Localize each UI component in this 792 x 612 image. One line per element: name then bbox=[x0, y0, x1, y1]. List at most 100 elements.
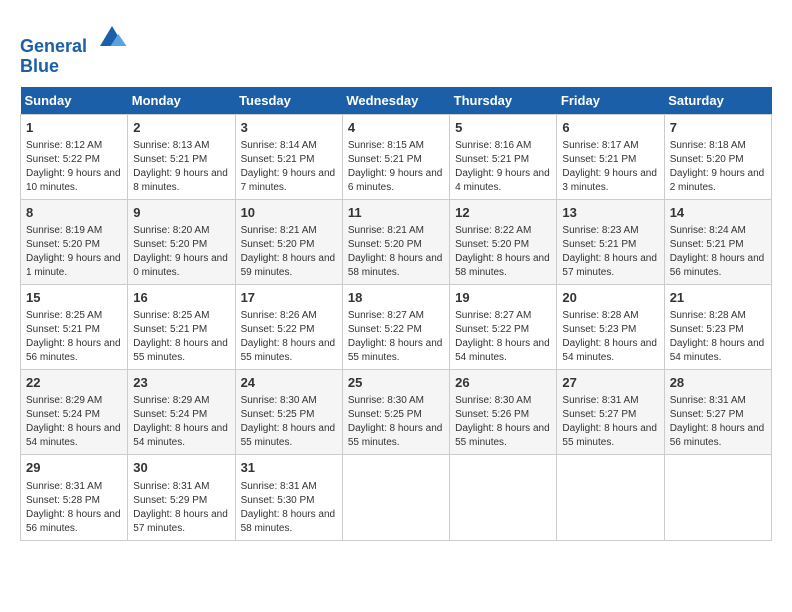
day-number: 27 bbox=[562, 374, 658, 392]
day-info: Sunrise: 8:18 AMSunset: 5:20 PMDaylight:… bbox=[670, 139, 766, 195]
day-cell-13: 13Sunrise: 8:23 AMSunset: 5:21 PMDayligh… bbox=[557, 199, 664, 284]
day-info: Sunrise: 8:19 AMSunset: 5:20 PMDaylight:… bbox=[26, 224, 122, 280]
day-number: 30 bbox=[133, 459, 229, 477]
calendar-body: 1 Sunrise: 8:12 AMSunset: 5:22 PMDaylight… bbox=[21, 114, 772, 540]
day-number: 12 bbox=[455, 204, 551, 222]
day-cell-19: 19Sunrise: 8:27 AMSunset: 5:22 PMDayligh… bbox=[450, 284, 557, 369]
day-number: 16 bbox=[133, 289, 229, 307]
day-cell-23: 23 Sunrise: 8:29 AMSunset: 5:24 PMDayligh… bbox=[128, 370, 235, 455]
day-info: Sunrise: 8:31 AMSunset: 5:27 PMDaylight:… bbox=[562, 394, 658, 450]
logo-blue: Blue bbox=[20, 57, 128, 77]
day-cell-17: 17Sunrise: 8:26 AMSunset: 5:22 PMDayligh… bbox=[235, 284, 342, 369]
day-cell-24: 24 Sunrise: 8:30 AMSunset: 5:25 PMDayligh… bbox=[235, 370, 342, 455]
day-info: Sunrise: 8:22 AMSunset: 5:20 PMDaylight:… bbox=[455, 224, 551, 280]
day-number: 25 bbox=[348, 374, 444, 392]
day-cell-31: 31 Sunrise: 8:31 AMSunset: 5:30 PMDayligh… bbox=[235, 455, 342, 540]
day-info: Sunrise: 8:30 AMSunset: 5:26 PMDaylight:… bbox=[455, 394, 551, 450]
week-row-2: 8 Sunrise: 8:19 AMSunset: 5:20 PMDaylight… bbox=[21, 199, 772, 284]
day-number: 20 bbox=[562, 289, 658, 307]
day-info: Sunrise: 8:12 AMSunset: 5:22 PMDaylight:… bbox=[26, 139, 122, 195]
day-info: Sunrise: 8:29 AMSunset: 5:24 PMDaylight:… bbox=[133, 394, 229, 450]
day-cell-25: 25 Sunrise: 8:30 AMSunset: 5:25 PMDayligh… bbox=[342, 370, 449, 455]
weekday-sunday: Sunday bbox=[21, 87, 128, 115]
day-number: 10 bbox=[241, 204, 337, 222]
day-cell-22: 22Sunrise: 8:29 AMSunset: 5:24 PMDayligh… bbox=[21, 370, 128, 455]
week-row-4: 22 Sunrise: 8:29 AMSunset: 5:24 PMDayligh… bbox=[21, 370, 772, 455]
day-cell-4: 4 Sunrise: 8:15 AMSunset: 5:21 PMDaylight… bbox=[342, 114, 449, 199]
day-cell-21: 21 Sunrise: 8:28 AMSunset: 5:23 PMDayligh… bbox=[664, 284, 771, 369]
day-number: 3 bbox=[241, 119, 337, 137]
day-number: 31 bbox=[241, 459, 337, 477]
day-info: Sunrise: 8:31 AMSunset: 5:28 PMDaylight:… bbox=[26, 480, 122, 536]
day-number: 4 bbox=[348, 119, 444, 137]
day-info: Sunrise: 8:25 AMSunset: 5:21 PMDaylight:… bbox=[133, 309, 229, 365]
day-cell-10: 10 Sunrise: 8:21 AMSunset: 5:20 PMDayligh… bbox=[235, 199, 342, 284]
empty-cell bbox=[342, 455, 449, 540]
day-info: Sunrise: 8:13 AMSunset: 5:21 PMDaylight:… bbox=[133, 139, 229, 195]
day-info: Sunrise: 8:31 AMSunset: 5:29 PMDaylight:… bbox=[133, 480, 229, 536]
day-number: 8 bbox=[26, 204, 122, 222]
day-info: Sunrise: 8:24 AMSunset: 5:21 PMDaylight:… bbox=[670, 224, 766, 280]
day-info: Sunrise: 8:23 AMSunset: 5:21 PMDaylight:… bbox=[562, 224, 658, 280]
week-row-5: 29 Sunrise: 8:31 AMSunset: 5:28 PMDayligh… bbox=[21, 455, 772, 540]
day-cell-18: 18 Sunrise: 8:27 AMSunset: 5:22 PMDayligh… bbox=[342, 284, 449, 369]
calendar-table: SundayMondayTuesdayWednesdayThursdayFrid… bbox=[20, 87, 772, 541]
day-number: 14 bbox=[670, 204, 766, 222]
page-header: General Blue bbox=[20, 20, 772, 77]
day-info: Sunrise: 8:26 AMSunset: 5:22 PMDaylight:… bbox=[241, 309, 337, 365]
day-cell-15: 15Sunrise: 8:25 AMSunset: 5:21 PMDayligh… bbox=[21, 284, 128, 369]
day-number: 11 bbox=[348, 204, 444, 222]
weekday-tuesday: Tuesday bbox=[235, 87, 342, 115]
day-number: 2 bbox=[133, 119, 229, 137]
day-info: Sunrise: 8:28 AMSunset: 5:23 PMDaylight:… bbox=[670, 309, 766, 365]
empty-cell bbox=[450, 455, 557, 540]
weekday-friday: Friday bbox=[557, 87, 664, 115]
logo: General Blue bbox=[20, 20, 128, 77]
day-info: Sunrise: 8:16 AMSunset: 5:21 PMDaylight:… bbox=[455, 139, 551, 195]
day-info: Sunrise: 8:17 AMSunset: 5:21 PMDaylight:… bbox=[562, 139, 658, 195]
day-info: Sunrise: 8:31 AMSunset: 5:27 PMDaylight:… bbox=[670, 394, 766, 450]
day-info: Sunrise: 8:20 AMSunset: 5:20 PMDaylight:… bbox=[133, 224, 229, 280]
day-number: 29 bbox=[26, 459, 122, 477]
day-info: Sunrise: 8:15 AMSunset: 5:21 PMDaylight:… bbox=[348, 139, 444, 195]
day-cell-20: 20 Sunrise: 8:28 AMSunset: 5:23 PMDayligh… bbox=[557, 284, 664, 369]
day-info: Sunrise: 8:28 AMSunset: 5:23 PMDaylight:… bbox=[562, 309, 658, 365]
day-cell-7: 7 Sunrise: 8:18 AMSunset: 5:20 PMDaylight… bbox=[664, 114, 771, 199]
day-number: 21 bbox=[670, 289, 766, 307]
weekday-wednesday: Wednesday bbox=[342, 87, 449, 115]
day-number: 5 bbox=[455, 119, 551, 137]
day-cell-30: 30 Sunrise: 8:31 AMSunset: 5:29 PMDayligh… bbox=[128, 455, 235, 540]
weekday-saturday: Saturday bbox=[664, 87, 771, 115]
weekday-monday: Monday bbox=[128, 87, 235, 115]
day-number: 26 bbox=[455, 374, 551, 392]
day-number: 28 bbox=[670, 374, 766, 392]
weekday-thursday: Thursday bbox=[450, 87, 557, 115]
day-cell-14: 14 Sunrise: 8:24 AMSunset: 5:21 PMDayligh… bbox=[664, 199, 771, 284]
day-number: 6 bbox=[562, 119, 658, 137]
day-cell-11: 11 Sunrise: 8:21 AMSunset: 5:20 PMDayligh… bbox=[342, 199, 449, 284]
day-number: 15 bbox=[26, 289, 122, 307]
day-info: Sunrise: 8:21 AMSunset: 5:20 PMDaylight:… bbox=[241, 224, 337, 280]
logo-icon bbox=[96, 20, 128, 52]
day-cell-27: 27 Sunrise: 8:31 AMSunset: 5:27 PMDayligh… bbox=[557, 370, 664, 455]
empty-cell bbox=[557, 455, 664, 540]
day-cell-5: 5 Sunrise: 8:16 AMSunset: 5:21 PMDaylight… bbox=[450, 114, 557, 199]
day-info: Sunrise: 8:14 AMSunset: 5:21 PMDaylight:… bbox=[241, 139, 337, 195]
day-cell-3: 3 Sunrise: 8:14 AMSunset: 5:21 PMDaylight… bbox=[235, 114, 342, 199]
day-cell-26: 26 Sunrise: 8:30 AMSunset: 5:26 PMDayligh… bbox=[450, 370, 557, 455]
day-number: 24 bbox=[241, 374, 337, 392]
day-number: 18 bbox=[348, 289, 444, 307]
day-info: Sunrise: 8:30 AMSunset: 5:25 PMDaylight:… bbox=[348, 394, 444, 450]
day-number: 22 bbox=[26, 374, 122, 392]
day-cell-16: 16 Sunrise: 8:25 AMSunset: 5:21 PMDayligh… bbox=[128, 284, 235, 369]
day-number: 23 bbox=[133, 374, 229, 392]
day-cell-12: 12 Sunrise: 8:22 AMSunset: 5:20 PMDayligh… bbox=[450, 199, 557, 284]
day-info: Sunrise: 8:30 AMSunset: 5:25 PMDaylight:… bbox=[241, 394, 337, 450]
day-number: 1 bbox=[26, 119, 122, 137]
day-cell-8: 8 Sunrise: 8:19 AMSunset: 5:20 PMDaylight… bbox=[21, 199, 128, 284]
empty-cell bbox=[664, 455, 771, 540]
day-number: 7 bbox=[670, 119, 766, 137]
day-info: Sunrise: 8:31 AMSunset: 5:30 PMDaylight:… bbox=[241, 480, 337, 536]
day-info: Sunrise: 8:27 AMSunset: 5:22 PMDaylight:… bbox=[348, 309, 444, 365]
day-info: Sunrise: 8:21 AMSunset: 5:20 PMDaylight:… bbox=[348, 224, 444, 280]
